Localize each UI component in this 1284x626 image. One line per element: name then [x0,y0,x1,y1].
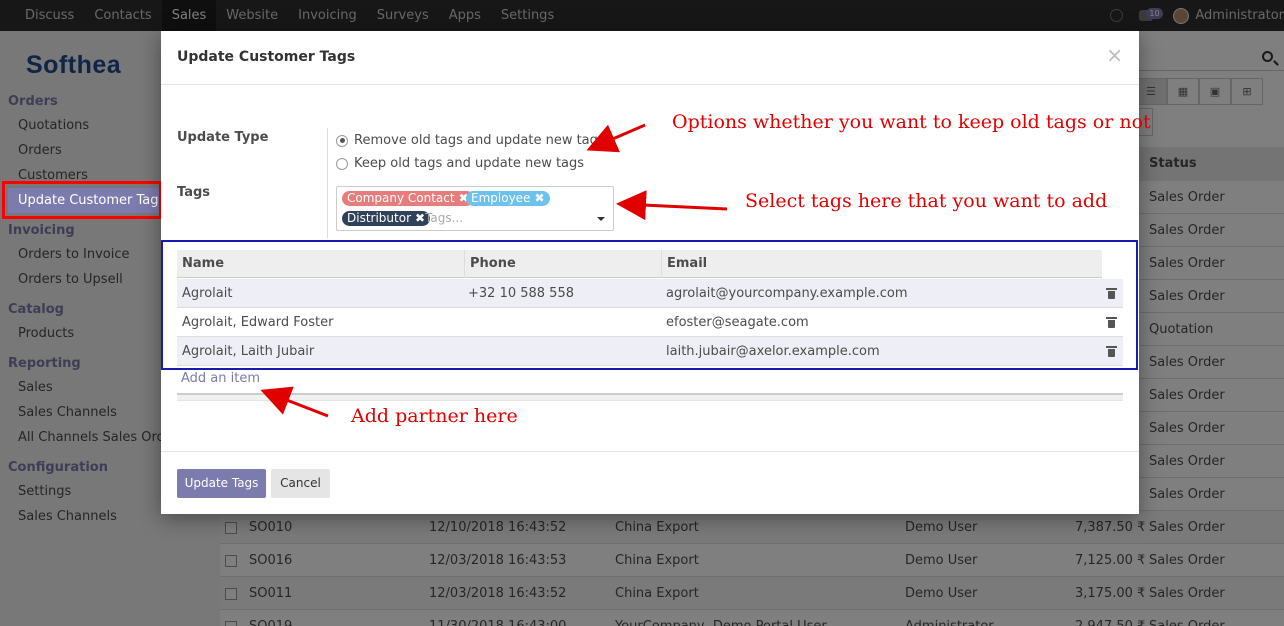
table-row[interactable]: Agrolait +32 10 588 558 agrolait@yourcom… [177,279,1123,308]
annotation-select-tags: Select tags here that you want to add [745,190,1108,212]
radio-button[interactable] [336,157,348,170]
add-an-item-link[interactable]: Add an item [181,371,260,386]
tag-label: Company Contact [347,191,455,205]
delete-row-icon[interactable] [1106,346,1117,357]
dropdown-caret-icon[interactable] [597,217,605,221]
column-phone[interactable]: Phone [465,250,662,278]
radio-remove-old-tags[interactable]: Remove old tags and update new tags [336,133,605,148]
dialog-header: Update Customer Tags × [161,31,1139,85]
tag-distributor: Distributor ✖ [342,211,431,226]
partner-name: Agrolait [182,286,233,301]
column-name[interactable]: Name [177,250,465,278]
partner-phone: +32 10 588 558 [468,286,574,301]
partner-name: Agrolait, Laith Jubair [182,344,315,359]
dialog-footer: Update Tags Cancel [161,451,1139,514]
tags-search-input[interactable]: Tags... [425,211,463,225]
tag-label: Employee [471,191,531,205]
remove-tag-icon[interactable]: ✖ [534,191,544,205]
partner-email: laith.jubair@axelor.example.com [666,344,880,359]
radio-keep-old-tags[interactable]: Keep old tags and update new tags [336,156,584,171]
close-icon[interactable]: × [1106,43,1123,67]
radio-button-checked[interactable] [336,134,348,147]
update-type-label: Update Type [177,130,269,145]
table-row[interactable]: Agrolait, Edward Foster efoster@seagate.… [177,308,1123,337]
radio-label[interactable]: Remove old tags and update new tags [354,133,605,148]
tags-input[interactable]: Company Contact ✖ Employee ✖ Distributor ✖ … [336,186,614,231]
column-email[interactable]: Email [662,250,1102,278]
dialog-title: Update Customer Tags [177,49,356,65]
annotation-add-partner: Add partner here [351,405,518,427]
radio-label[interactable]: Keep old tags and update new tags [354,156,584,171]
partner-email: efoster@seagate.com [666,315,809,330]
tag-company-contact: Company Contact ✖ [342,191,474,206]
table-row[interactable]: Agrolait, Laith Jubair laith.jubair@axel… [177,337,1123,366]
delete-row-icon[interactable] [1106,288,1117,299]
table-header: Name Phone Email [177,250,1102,278]
table-footer [177,393,1123,401]
update-customer-tags-dialog: Update Customer Tags × Update Type Remov… [161,31,1139,514]
remove-tag-icon[interactable]: ✖ [415,211,425,225]
annotation-highlight-box [2,181,162,219]
annotation-options: Options whether you want to keep old tag… [672,111,1151,133]
tags-label: Tags [177,185,211,200]
field-separator [327,128,328,238]
cancel-button[interactable]: Cancel [271,469,330,498]
tag-employee: Employee ✖ [466,191,550,206]
partner-name: Agrolait, Edward Foster [182,315,334,330]
delete-row-icon[interactable] [1106,317,1117,328]
partner-email: agrolait@yourcompany.example.com [666,286,908,301]
tag-label: Distributor [347,211,412,225]
update-tags-button[interactable]: Update Tags [177,469,266,498]
